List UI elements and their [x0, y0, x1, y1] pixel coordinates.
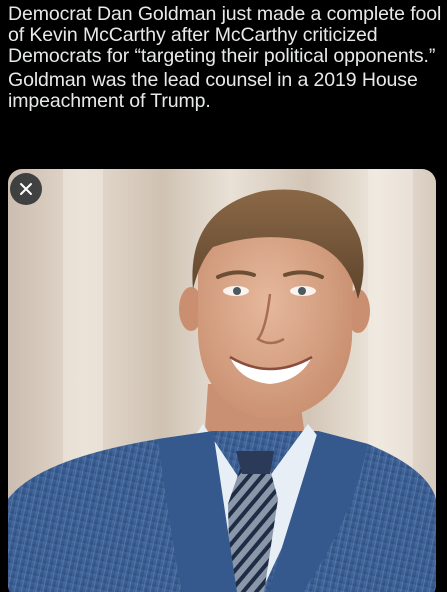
post-photo[interactable]: [8, 169, 436, 592]
close-icon: [20, 183, 32, 195]
portrait-illustration: [8, 169, 436, 592]
post-paragraph-2: Goldman was the lead counsel in a 2019 H…: [8, 69, 418, 112]
close-button[interactable]: [10, 173, 42, 205]
post-paragraph-1: Democrat Dan Goldman just made a complet…: [8, 3, 442, 67]
post-text: Democrat Dan Goldman just made a complet…: [8, 4, 442, 115]
post-container: Democrat Dan Goldman just made a complet…: [0, 0, 447, 592]
